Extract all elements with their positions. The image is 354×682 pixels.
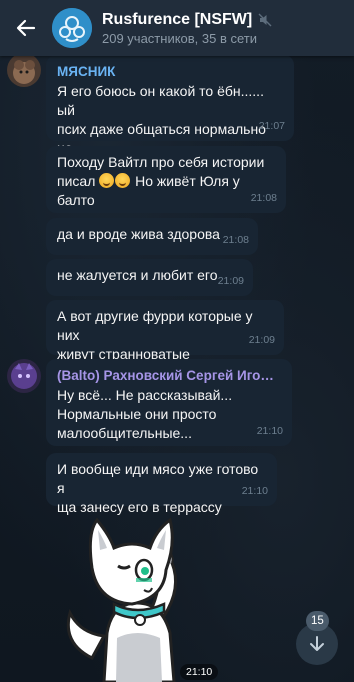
muted-speaker-icon [258,13,272,26]
header-info[interactable]: Rusfurence [NSFW] 209 участников, 35 в с… [102,11,272,46]
message-bubble[interactable]: не жалуется и любит его 21:09 [46,259,253,296]
unread-count-badge: 15 [306,611,329,631]
arrow-down-icon [310,636,324,651]
arrow-left-icon [16,19,36,37]
message-text: не жалуется и любит его [57,267,218,283]
group-avatar[interactable] [52,8,92,48]
message-time: 21:08 [222,234,249,246]
message-time: 21:10 [256,425,283,437]
message-time: 21:07 [258,120,285,132]
message-bubble[interactable]: А вот другие фурри которые у них живут с… [46,300,284,362]
group-logo-icon [52,8,92,48]
message-bubble[interactable]: (Balto) Рахновский Сергей Игоревич Ну вс… [46,359,292,446]
message-bubble[interactable]: МЯСНИК Я его боюсь он какой то ёбн......… [46,55,294,175]
chat-header: Rusfurence [NSFW] 209 участников, 35 в с… [0,0,354,56]
message-text: Походу Вайтл про себя истории писал Но ж… [57,154,265,208]
message-bubble[interactable]: да и вроде жива здорова 21:08 [46,218,258,255]
white-cat-furry-sticker[interactable] [52,508,222,682]
message-time: 21:10 [241,485,268,497]
sticker-time: 21:10 [180,664,219,680]
message-bubble[interactable]: Походу Вайтл про себя истории писал Но ж… [46,146,286,213]
message-time: 21:09 [248,334,275,346]
message-time: 21:08 [250,192,277,204]
message-text: да и вроде жива здорова [57,226,220,242]
grinning-sweat-emoji [115,173,131,188]
message-text: Ну всё... Не рассказывай... Нормальные о… [57,387,233,441]
group-title: Rusfurence [NSFW] [102,10,253,28]
avatar-balto[interactable] [7,359,41,393]
group-members-status: 209 участников, 35 в сети [102,30,257,46]
avatar-myasnik[interactable] [7,53,41,87]
message-sender[interactable]: МЯСНИК [57,62,283,81]
message-text: А вот другие фурри которые у них живут с… [57,308,253,362]
back-button[interactable] [0,0,52,56]
message-time: 21:09 [217,275,244,287]
grinning-sweat-emoji [99,173,115,188]
message-bubble[interactable]: И вообще иди мясо уже готово я ща занесу… [46,453,277,515]
message-sender[interactable]: (Balto) Рахновский Сергей Игоревич [57,366,281,385]
